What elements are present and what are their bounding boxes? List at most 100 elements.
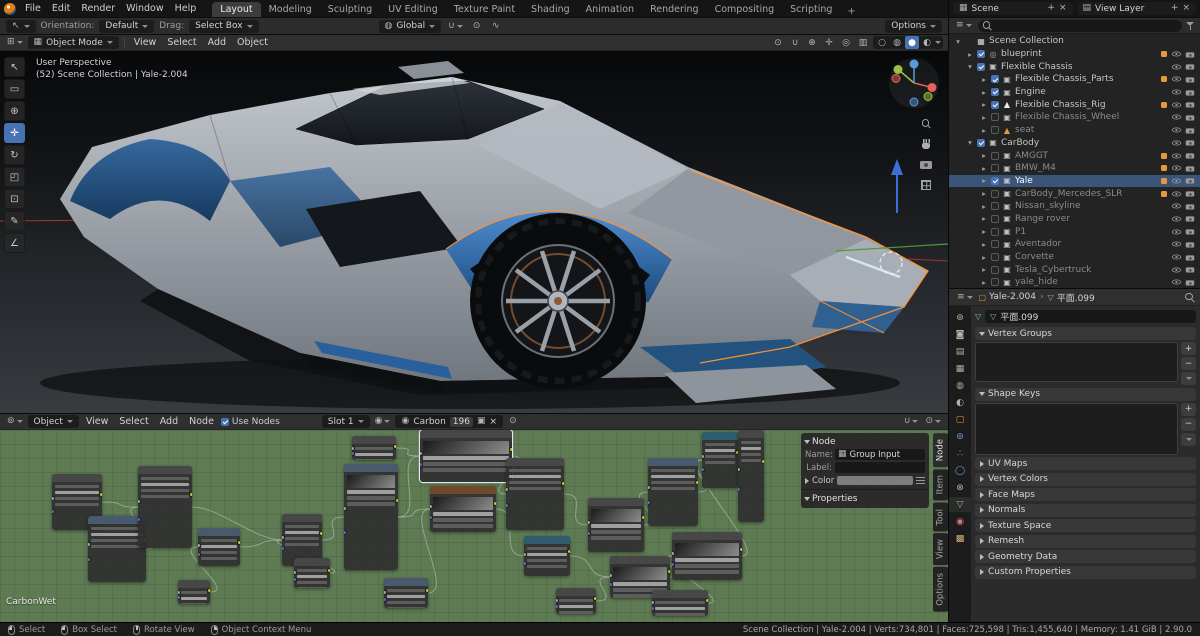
panel-header[interactable]: Custom Properties bbox=[975, 565, 1196, 579]
panel-header[interactable]: Vertex Groups bbox=[975, 327, 1196, 340]
workspace-tab[interactable]: Layout bbox=[212, 1, 261, 17]
disable-render-icon[interactable] bbox=[1185, 89, 1195, 96]
node-name-field[interactable]: ▦ Group Input bbox=[835, 449, 925, 460]
disclosure-arrow[interactable]: ▾ bbox=[966, 138, 974, 147]
outliner-row[interactable]: ▸ ▣ AMGGT bbox=[949, 149, 1200, 162]
disclosure-arrow[interactable]: ▾ bbox=[954, 37, 962, 46]
shading-material[interactable]: ● bbox=[905, 36, 919, 49]
falloff-icon[interactable]: ∿ bbox=[489, 20, 503, 33]
node-header[interactable] bbox=[198, 528, 240, 536]
collection-checkbox[interactable] bbox=[991, 176, 999, 185]
hide-viewport-icon[interactable] bbox=[1171, 152, 1182, 159]
shader-node[interactable] bbox=[672, 532, 742, 580]
node-header[interactable] bbox=[294, 558, 330, 566]
proportional-edit-icon[interactable]: ⊙ bbox=[470, 20, 484, 33]
properties-panel-header[interactable]: Properties bbox=[804, 492, 925, 505]
input-socket[interactable] bbox=[344, 529, 347, 535]
editor-type-selector[interactable]: ⊞ bbox=[5, 36, 25, 49]
list-box[interactable] bbox=[975, 402, 1178, 455]
hide-viewport-icon[interactable] bbox=[1171, 203, 1182, 210]
drag-dropdown[interactable]: Select Box bbox=[189, 19, 259, 33]
disclosure-arrow[interactable]: ▸ bbox=[980, 240, 988, 249]
disable-render-icon[interactable] bbox=[1185, 178, 1195, 184]
disclosure-arrow[interactable]: ▾ bbox=[966, 62, 974, 71]
shader-node[interactable] bbox=[178, 580, 210, 604]
collection-checkbox[interactable] bbox=[991, 100, 999, 109]
disable-render-icon[interactable] bbox=[1185, 76, 1195, 83]
shader-type-dropdown[interactable]: Object bbox=[27, 415, 79, 428]
disclosure-arrow[interactable]: ▸ bbox=[980, 126, 988, 135]
disclosure-arrow[interactable]: ▸ bbox=[980, 189, 988, 198]
hide-viewport-icon[interactable] bbox=[1171, 139, 1182, 146]
workspace-tab[interactable]: Modeling bbox=[261, 2, 320, 18]
breadcrumb-data[interactable]: ▽ 平面.099 bbox=[1048, 291, 1095, 304]
input-socket[interactable] bbox=[738, 466, 741, 472]
input-socket[interactable] bbox=[294, 576, 297, 582]
panel-header[interactable]: Geometry Data bbox=[975, 550, 1196, 563]
node-header[interactable] bbox=[506, 458, 564, 466]
disable-render-icon[interactable] bbox=[1185, 203, 1195, 210]
hide-viewport-icon[interactable] bbox=[1171, 76, 1182, 83]
hide-viewport-icon[interactable] bbox=[1171, 127, 1182, 134]
collection-checkbox[interactable] bbox=[991, 253, 999, 262]
menu-item[interactable]: Edit bbox=[47, 3, 75, 14]
node-header[interactable] bbox=[610, 556, 670, 564]
proportional-edit-icon[interactable]: ⊙ bbox=[771, 36, 785, 49]
shader-node[interactable] bbox=[352, 436, 396, 460]
node-header[interactable] bbox=[702, 432, 738, 440]
tool[interactable]: ⊛ bbox=[949, 310, 971, 325]
hide-viewport-icon[interactable] bbox=[1171, 266, 1182, 273]
fake-user-shield-icon[interactable]: ▣ bbox=[477, 417, 486, 426]
overlays-icon[interactable]: ◎ bbox=[839, 36, 853, 49]
node-editor-menu[interactable]: Add bbox=[156, 416, 182, 427]
node-header[interactable] bbox=[178, 580, 210, 588]
menu-item[interactable]: Render bbox=[76, 3, 120, 14]
collection-checkbox[interactable] bbox=[991, 278, 999, 287]
editor-type-selector[interactable]: ≡ bbox=[954, 19, 974, 32]
presets-menu-icon[interactable] bbox=[916, 477, 925, 484]
unlink-material-button[interactable]: × bbox=[489, 417, 497, 427]
input-socket[interactable] bbox=[282, 546, 285, 552]
collection-checkbox[interactable] bbox=[991, 126, 999, 135]
object-data[interactable]: ▽ bbox=[949, 497, 971, 512]
material[interactable]: ◉ bbox=[949, 514, 971, 529]
node-color-swatch[interactable] bbox=[837, 476, 913, 485]
input-socket[interactable] bbox=[52, 508, 55, 514]
world[interactable]: ◐ bbox=[949, 395, 971, 410]
gizmos-icon[interactable]: ✛ bbox=[822, 36, 836, 49]
outliner-row[interactable]: ▸ ▣ Flexible Chassis_Wheel bbox=[949, 111, 1200, 124]
hide-viewport-icon[interactable] bbox=[1171, 228, 1182, 235]
mode-dropdown[interactable]: ▦ Object Mode bbox=[27, 36, 119, 49]
color-panel-header[interactable]: Color bbox=[805, 474, 925, 487]
output-socket[interactable] bbox=[739, 547, 742, 553]
node-editor-menu[interactable]: Select bbox=[115, 416, 152, 427]
node-header[interactable] bbox=[384, 578, 428, 586]
viewport-menu[interactable]: Select bbox=[163, 37, 200, 48]
hide-viewport-icon[interactable] bbox=[1171, 63, 1182, 70]
view-layer-selector[interactable]: ▤ View Layer + × bbox=[1076, 2, 1196, 15]
output-socket[interactable] bbox=[695, 479, 698, 485]
disable-render-icon[interactable] bbox=[1185, 279, 1195, 286]
outliner-row[interactable]: ▸ ▣ Engine bbox=[949, 86, 1200, 99]
disable-render-icon[interactable] bbox=[1185, 140, 1195, 146]
outliner-row[interactable]: ▸ ▣ CarBody_Mercedes_SLR bbox=[949, 187, 1200, 200]
specials-menu-button[interactable] bbox=[1181, 372, 1196, 385]
output-socket[interactable] bbox=[189, 492, 192, 498]
hide-viewport-icon[interactable] bbox=[1171, 279, 1182, 286]
annotate-tool[interactable]: ✎ bbox=[4, 211, 25, 231]
input-socket[interactable] bbox=[138, 498, 141, 504]
scene-selector[interactable]: ▦ Scene + × bbox=[953, 2, 1073, 15]
shader-node[interactable] bbox=[420, 430, 512, 482]
shader-node[interactable] bbox=[344, 464, 398, 570]
shader-node[interactable] bbox=[198, 528, 240, 566]
output-socket[interactable] bbox=[493, 500, 496, 506]
outliner-row[interactable]: ▸ ▣ Flexible Chassis_Parts bbox=[949, 73, 1200, 86]
output-socket[interactable] bbox=[593, 596, 596, 602]
disclosure-arrow[interactable]: ▸ bbox=[980, 227, 988, 236]
hide-viewport-icon[interactable] bbox=[1171, 114, 1182, 121]
disable-render-icon[interactable] bbox=[1185, 165, 1195, 172]
collection-checkbox[interactable] bbox=[977, 50, 985, 59]
node-header[interactable] bbox=[52, 474, 102, 482]
scale-tool[interactable]: ◰ bbox=[4, 167, 25, 187]
search-icon[interactable] bbox=[1185, 292, 1194, 302]
